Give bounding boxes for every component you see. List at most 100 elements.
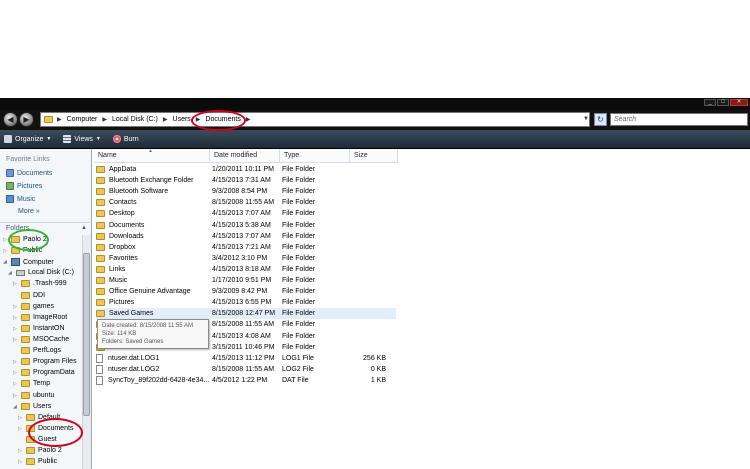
table-row[interactable]: Downloads 4/15/2013 7:07 AM File Folder [96,231,396,242]
documents-icon [6,169,14,177]
table-row[interactable]: Dropbox 4/15/2013 7:21 AM File Folder [96,242,396,253]
nav-scrollbar-thumb[interactable] [83,253,90,416]
expand-icon[interactable]: ▷ [18,459,24,465]
table-row[interactable]: Documents 4/15/2013 5:38 AM File Folder [96,220,396,231]
tree-item-computer[interactable]: ◢ Computer [3,258,54,266]
table-row[interactable]: Bluetooth Exchange Folder 4/15/2013 7:31 … [96,175,396,186]
burn-label: Burn [123,135,139,143]
burn-button[interactable]: Burn [112,135,139,143]
collapse-icon[interactable]: ◢ [3,259,9,265]
address-dropdown-icon[interactable]: ▼ [583,116,589,122]
table-row[interactable]: SyncToy_89f202dd-6428-4e34... 4/5/2012 1:… [96,375,396,386]
folder-icon [26,447,35,454]
column-header-type[interactable]: Type [280,149,350,163]
tree-item-label: .Trash-999 [33,280,67,287]
table-row[interactable]: Music 1/17/2010 9:51 PM File Folder [96,275,396,286]
views-button[interactable]: Views ▼ [63,135,101,143]
tree-item-users[interactable]: ◢ Users [13,403,51,410]
address-bar[interactable]: ▶ Computer ▶ Local Disk (C:) ▶ Users ▶ D… [40,112,590,127]
table-row[interactable]: Pictures 4/15/2013 6:55 PM File Folder [96,297,396,308]
folder-icon [96,188,105,196]
minimize-button[interactable]: _ [704,99,716,106]
table-row[interactable]: AppData 1/20/2011 10:11 PM File Folder [96,164,396,175]
chevron-right-icon[interactable]: ▶ [101,116,108,123]
tree-item-public-sub[interactable]: ▷ Public [18,458,57,465]
favorite-link-music[interactable]: Music [6,195,35,203]
table-row[interactable]: Office Genuine Advantage 9/3/2009 8:42 PM… [96,286,396,297]
cell-name-label: SyncToy_89f202dd-6428-4e34... [108,376,210,384]
collapse-icon[interactable]: ◢ [8,270,14,276]
cell-name-label: ntuser.dat.LOG1 [108,354,160,362]
expand-icon[interactable]: ▷ [13,370,19,376]
cell-size: 256 KB [363,354,386,362]
table-row[interactable]: Favorites 3/4/2012 3:10 PM File Folder [96,253,396,264]
tree-item-imageroot[interactable]: ▷ ImageRoot [13,314,67,321]
cell-type: File Folder [282,277,316,284]
expand-icon[interactable]: ▷ [3,248,9,254]
table-row[interactable]: ntuser.dat.LOG1 4/15/2013 11:12 PM LOG1 Fi… [96,353,396,364]
tree-item-perflogs[interactable]: PerfLogs [13,347,61,354]
folder-icon [21,403,30,410]
command-toolbar: Organize ▼ Views ▼ Burn [0,130,750,149]
breadcrumb-computer[interactable]: Computer [63,116,102,123]
expand-icon[interactable]: ▷ [18,448,24,454]
table-row[interactable]: Contacts 8/15/2008 11:55 AM File Folder [96,197,396,208]
tree-item-program-files[interactable]: ▷ Program Files [13,358,77,365]
expand-icon[interactable]: ▷ [13,393,19,399]
cell-date: 4/15/2013 7:07 AM [212,210,271,218]
expand-icon[interactable]: ▷ [13,315,19,321]
favorite-link-documents[interactable]: Documents [6,169,52,177]
forward-button[interactable]: ▶ [19,112,34,127]
expand-icon[interactable]: ▷ [13,326,19,332]
tree-item-temp[interactable]: ▷ Temp [13,380,50,387]
cell-type: File Folder [282,221,316,229]
tree-item-msocache[interactable]: ▷ MSOCache [13,336,69,343]
file-icon [96,353,103,363]
expand-icon[interactable]: ▷ [13,359,19,365]
column-header-size[interactable]: Size [350,149,398,163]
folder-icon [21,392,30,399]
tree-item-paolo-2-sub[interactable]: ▷ Paolo 2 [18,447,62,454]
collapse-icon[interactable]: ◢ [13,404,19,410]
cell-date: 8/15/2008 11:55 AM [212,321,275,329]
cell-name-label: Office Genuine Advantage [109,288,191,296]
tree-item-ubuntu[interactable]: ▷ ubuntu [13,392,54,399]
tree-item-instanton[interactable]: ▷ InstantON [13,325,65,332]
tree-item-label: ProgramData [33,369,75,376]
expand-icon[interactable]: ▷ [13,304,19,310]
back-button[interactable]: ◀ [3,112,18,127]
tree-item-ddi[interactable]: DDI [13,292,45,299]
expand-icon[interactable]: ▷ [18,415,24,421]
table-row[interactable]: ntuser.dat.LOG2 8/15/2008 11:55 AM LOG2 Fi… [96,364,396,375]
tree-item-games[interactable]: ▷ games [13,303,54,310]
expand-icon[interactable]: ▷ [18,426,24,432]
table-row[interactable]: Desktop 4/15/2013 7:07 AM File Folder [96,208,396,219]
refresh-icon: ↻ [597,115,604,124]
favorite-link-pictures[interactable]: Pictures [6,182,42,190]
search-input[interactable]: Search [610,113,748,126]
tree-item-programdata[interactable]: ▷ ProgramData [13,369,75,376]
folder-icon [96,277,105,284]
refresh-button[interactable]: ↻ [594,113,607,126]
cell-type: LOG2 File [282,365,314,373]
chevron-right-icon[interactable]: ▶ [56,116,63,123]
breadcrumb-local-disk[interactable]: Local Disk (C:) [108,116,162,123]
more-link[interactable]: More » [18,208,40,215]
maximize-button[interactable]: □ [717,99,729,106]
close-button[interactable]: ✕ [730,99,748,106]
expand-icon[interactable]: ▷ [13,381,19,387]
tree-item-local-disk[interactable]: ◢ Local Disk (C:) [8,269,74,276]
table-row[interactable]: Bluetooth Software 9/3/2008 8:54 PM File F… [96,186,396,197]
cell-name-label: Dropbox [109,243,136,251]
folder-icon [26,414,35,421]
cell-name-label: Documents [109,221,145,229]
tree-item-trash[interactable]: ▷ .Trash-999 [13,280,67,287]
organize-button[interactable]: Organize ▼ [4,135,51,143]
cell-type: File Folder [282,188,316,196]
table-row[interactable]: Saved Games 8/15/2008 12:47 PM File Folder [96,308,396,320]
table-row[interactable]: Links 4/15/2013 8:18 AM File Folder [96,264,396,275]
expand-icon[interactable]: ▷ [13,337,19,343]
expand-icon[interactable]: ▷ [13,281,19,287]
chevron-right-icon[interactable]: ▶ [162,116,169,123]
column-header-date[interactable]: Date modified [210,149,280,163]
